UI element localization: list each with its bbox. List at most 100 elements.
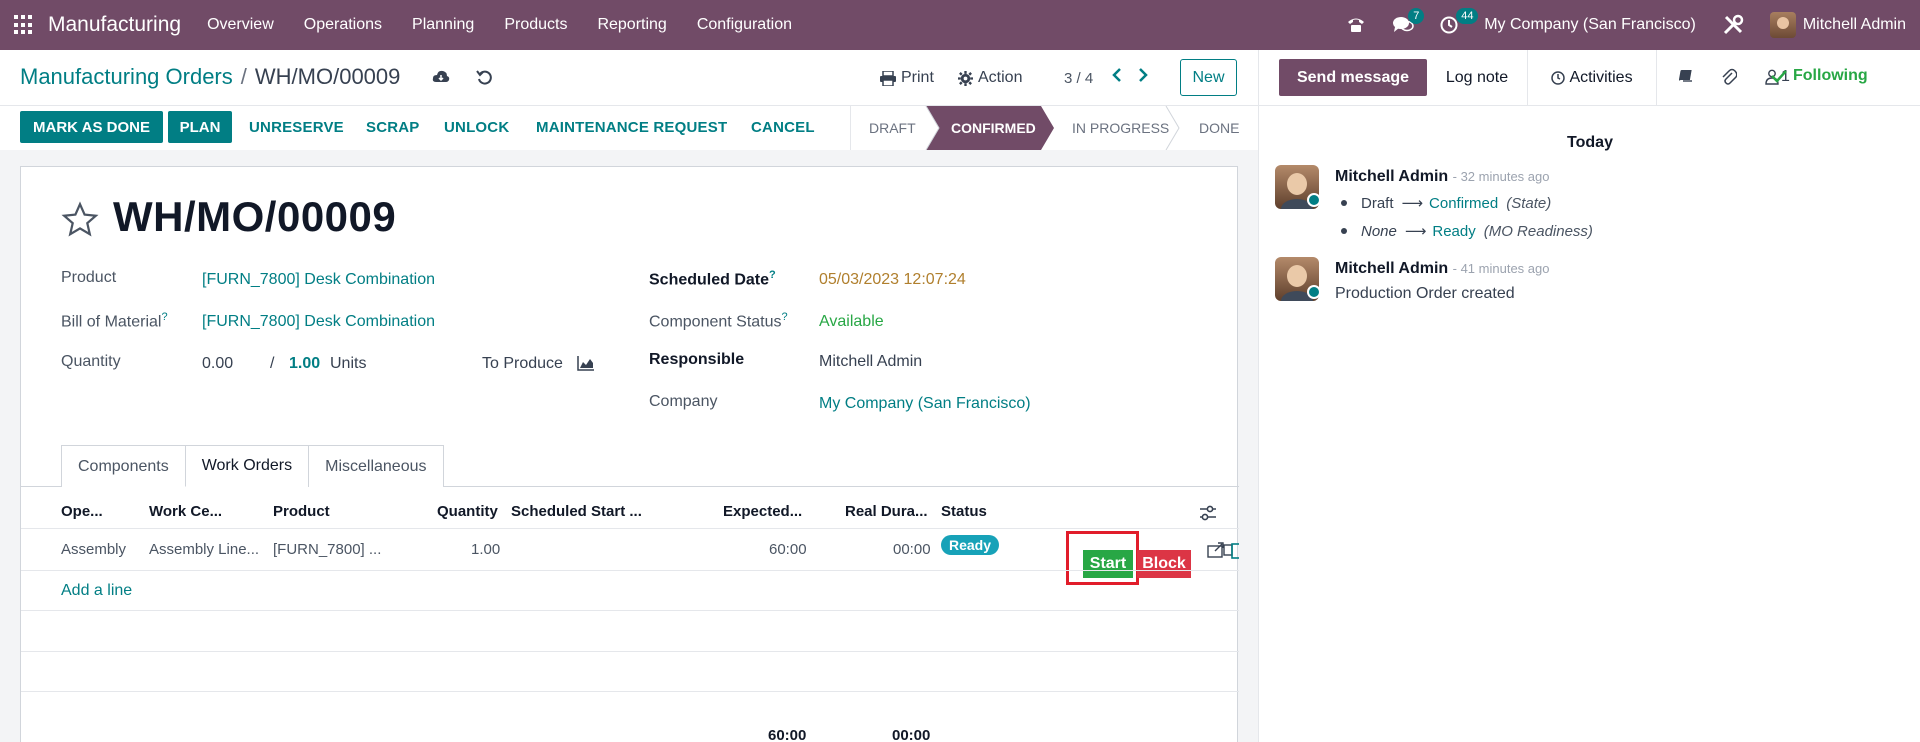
responsible-field[interactable]: Mitchell Admin bbox=[819, 353, 922, 371]
quantity-label: Quantity bbox=[61, 353, 121, 370]
unreserve-button[interactable]: UNRESERVE bbox=[249, 119, 344, 136]
open-workorder-icon[interactable] bbox=[1207, 541, 1233, 564]
bom-field[interactable]: [FURN_7800] Desk Combination bbox=[202, 313, 435, 331]
following-button[interactable]: Following bbox=[1771, 67, 1868, 85]
tab-work-orders[interactable]: Work Orders bbox=[184, 445, 310, 487]
company-switcher[interactable]: My Company (San Francisco) bbox=[1484, 16, 1696, 34]
action-button[interactable]: Action bbox=[958, 69, 1022, 87]
activities-clock-icon[interactable]: 44 bbox=[1440, 8, 1479, 34]
stage-confirmed[interactable]: CONFIRMED bbox=[951, 106, 1036, 150]
message-author-name[interactable]: Mitchell Admin bbox=[1335, 260, 1448, 277]
online-status-icon bbox=[1307, 193, 1321, 207]
debug-tools-icon[interactable] bbox=[1722, 14, 1744, 36]
menu-reporting[interactable]: Reporting bbox=[597, 16, 666, 34]
maintenance-request-button[interactable]: MAINTENANCE REQUEST bbox=[536, 119, 727, 136]
check-icon bbox=[1771, 70, 1787, 83]
message-time: - 41 minutes ago bbox=[1452, 261, 1550, 276]
col-operation[interactable]: Ope... bbox=[61, 503, 103, 520]
message-author[interactable]: Mitchell Admin - 32 minutes ago bbox=[1335, 168, 1549, 186]
col-real-duration[interactable]: Real Dura... bbox=[845, 503, 928, 520]
apps-grid-icon[interactable] bbox=[14, 15, 34, 35]
tab-miscellaneous[interactable]: Miscellaneous bbox=[308, 445, 444, 487]
message-author-name[interactable]: Mitchell Admin bbox=[1335, 168, 1448, 185]
row-product[interactable]: [FURN_7800] ... bbox=[273, 541, 381, 558]
plan-button[interactable]: PLAN bbox=[168, 111, 232, 143]
stage-done[interactable]: DONE bbox=[1199, 106, 1239, 150]
quantity-total-field[interactable]: 1.00 bbox=[289, 355, 320, 373]
scheduled-date-field[interactable]: 05/03/2023 12:07:24 bbox=[819, 271, 966, 289]
tab-components[interactable]: Components bbox=[61, 445, 186, 487]
forecast-chart-icon[interactable] bbox=[577, 355, 595, 376]
col-product[interactable]: Product bbox=[273, 503, 330, 520]
messages-icon[interactable]: 7 bbox=[1392, 8, 1425, 34]
row-real-duration[interactable]: 00:00 bbox=[893, 541, 931, 558]
row-expected[interactable]: 60:00 bbox=[769, 541, 807, 558]
user-avatar bbox=[1769, 12, 1796, 38]
scrap-button[interactable]: SCRAP bbox=[366, 119, 420, 136]
company-field[interactable]: My Company (San Francisco) bbox=[819, 395, 1031, 413]
column-settings-icon[interactable] bbox=[1199, 505, 1217, 526]
new-button[interactable]: New bbox=[1180, 59, 1237, 96]
menu-overview[interactable]: Overview bbox=[207, 16, 274, 34]
scheduled-date-help-icon[interactable]: ? bbox=[769, 269, 776, 281]
product-field[interactable]: [FURN_7800] Desk Combination bbox=[202, 271, 435, 289]
activities-button[interactable]: Activities bbox=[1527, 50, 1657, 106]
component-status-help-icon[interactable]: ? bbox=[782, 311, 788, 323]
product-label: Product bbox=[61, 269, 117, 286]
stage-in-progress[interactable]: IN PROGRESS bbox=[1072, 106, 1169, 150]
log-note-button[interactable]: Log note bbox=[1427, 50, 1527, 106]
cancel-button[interactable]: CANCEL bbox=[751, 119, 815, 136]
row-quantity[interactable]: 1.00 bbox=[471, 541, 500, 558]
total-real-duration: 00:00 bbox=[892, 727, 931, 742]
col-work-center[interactable]: Work Ce... bbox=[149, 503, 222, 520]
cloud-save-icon[interactable] bbox=[432, 69, 450, 90]
record-title: WH/MO/00009 bbox=[113, 193, 397, 240]
col-scheduled-start[interactable]: Scheduled Start ... bbox=[511, 503, 642, 520]
header-divider bbox=[21, 528, 1239, 529]
start-button[interactable]: Start bbox=[1083, 550, 1133, 578]
book-icon[interactable] bbox=[1678, 68, 1695, 89]
arrow-right-icon: ⟶ bbox=[1404, 223, 1427, 240]
app-name[interactable]: Manufacturing bbox=[48, 13, 181, 37]
user-menu[interactable]: Mitchell Admin bbox=[1769, 12, 1906, 38]
col-expected[interactable]: Expected... bbox=[723, 503, 802, 520]
col-quantity[interactable]: Quantity bbox=[437, 503, 498, 520]
paperclip-icon[interactable] bbox=[1721, 68, 1738, 91]
arrow-right-icon: ⟶ bbox=[1401, 195, 1424, 212]
component-status-label: Component Status? bbox=[649, 311, 788, 331]
unlock-button[interactable]: UNLOCK bbox=[444, 119, 509, 136]
row-operation[interactable]: Assembly bbox=[61, 541, 126, 558]
navbar-right: 7 44 My Company (San Francisco) Mitchell… bbox=[1346, 0, 1920, 50]
gear-icon bbox=[958, 70, 973, 86]
old-value: Draft bbox=[1361, 194, 1394, 212]
scheduled-date-label: Scheduled Date? bbox=[649, 269, 776, 289]
stage-draft[interactable]: DRAFT bbox=[869, 106, 916, 150]
menu-operations[interactable]: Operations bbox=[304, 16, 382, 34]
phone-icon[interactable] bbox=[1346, 16, 1366, 34]
print-button[interactable]: Print bbox=[880, 69, 934, 87]
row-work-center[interactable]: Assembly Line... bbox=[149, 541, 259, 558]
menu-products[interactable]: Products bbox=[504, 16, 567, 34]
pager-value[interactable]: 3 / 4 bbox=[1064, 70, 1093, 87]
add-line-button[interactable]: Add a line bbox=[61, 582, 132, 600]
chevron-right-icon[interactable] bbox=[1138, 66, 1148, 89]
message-author[interactable]: Mitchell Admin - 41 minutes ago bbox=[1335, 260, 1549, 278]
col-status[interactable]: Status bbox=[941, 503, 987, 520]
chevron-left-icon[interactable] bbox=[1112, 66, 1122, 89]
discard-undo-icon[interactable] bbox=[476, 69, 492, 90]
breadcrumb-parent[interactable]: Manufacturing Orders bbox=[20, 64, 233, 89]
total-expected: 60:00 bbox=[768, 727, 807, 742]
menu-planning[interactable]: Planning bbox=[412, 16, 474, 34]
form-sheet: WH/MO/00009 Product [FURN_7800] Desk Com… bbox=[20, 166, 1243, 742]
row-divider bbox=[21, 570, 1239, 571]
bom-help-icon[interactable]: ? bbox=[161, 311, 167, 323]
menu-configuration[interactable]: Configuration bbox=[697, 16, 792, 34]
quantity-produced-field[interactable]: 0.00 bbox=[202, 355, 233, 373]
send-message-button[interactable]: Send message bbox=[1279, 59, 1427, 96]
row-divider-empty-2 bbox=[21, 651, 1239, 652]
tablet-icon[interactable] bbox=[1231, 543, 1243, 564]
clock-icon bbox=[1551, 71, 1566, 85]
star-icon[interactable] bbox=[61, 201, 99, 244]
block-button[interactable]: Block bbox=[1137, 550, 1191, 578]
mark-as-done-button[interactable]: MARK AS DONE bbox=[20, 111, 163, 143]
